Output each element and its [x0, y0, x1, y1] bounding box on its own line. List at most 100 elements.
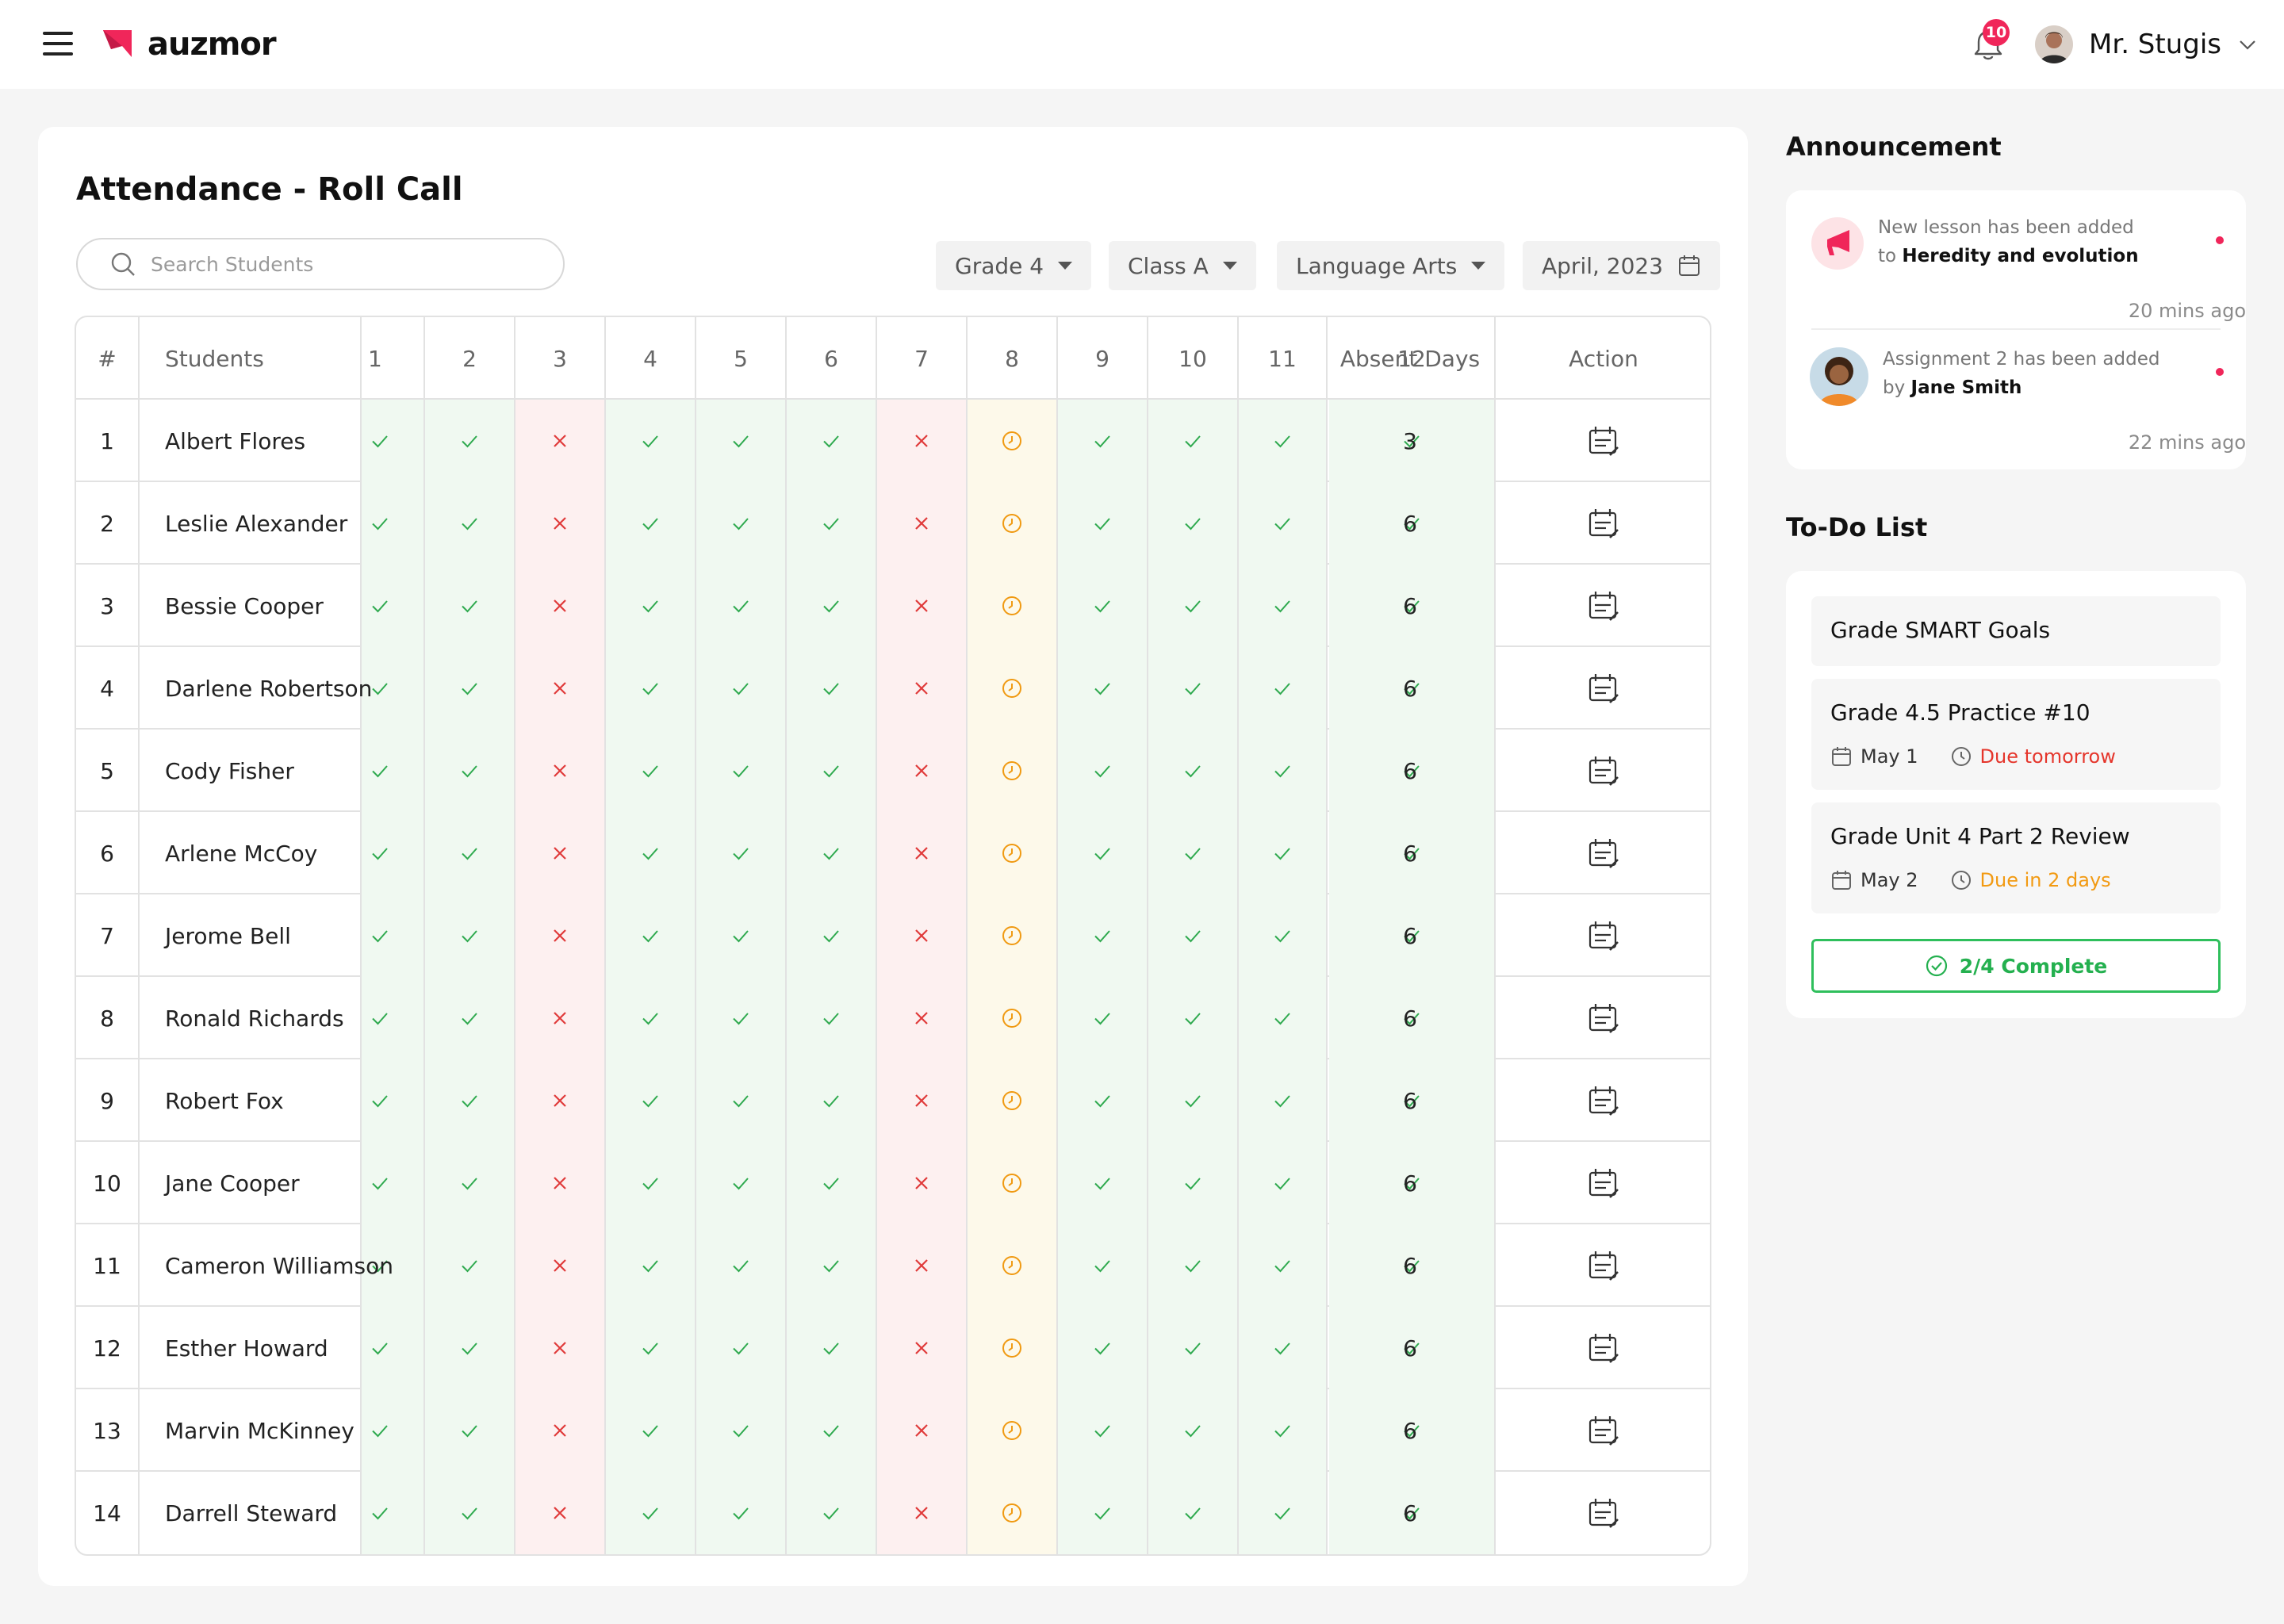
attendance-cell[interactable]: [1239, 1224, 1328, 1307]
attendance-cell[interactable]: [1058, 730, 1148, 812]
attendance-cell[interactable]: [1058, 647, 1148, 730]
attendance-cell[interactable]: [515, 1307, 606, 1389]
subject-dropdown[interactable]: Language Arts: [1277, 241, 1505, 290]
attendance-cell[interactable]: [787, 1389, 877, 1472]
attendance-cell[interactable]: [1239, 1059, 1328, 1142]
attendance-cell[interactable]: [1239, 647, 1328, 730]
attendance-cell[interactable]: [1058, 565, 1148, 647]
attendance-cell[interactable]: [1058, 1307, 1148, 1389]
attendance-cell[interactable]: [696, 1059, 787, 1142]
attendance-cell[interactable]: [1148, 647, 1239, 730]
action-cell[interactable]: [1496, 894, 1710, 977]
attendance-cell[interactable]: [425, 647, 515, 730]
attendance-cell[interactable]: [1148, 1389, 1239, 1472]
announcement-item[interactable]: Assignment 2 has been added by Jane Smit…: [1810, 347, 2246, 482]
attendance-cell[interactable]: [1148, 1307, 1239, 1389]
action-cell[interactable]: [1496, 565, 1710, 647]
attendance-cell[interactable]: [1239, 1472, 1328, 1554]
user-menu[interactable]: Mr. Stugis: [2035, 21, 2258, 68]
todo-item[interactable]: Grade 4.5 Practice #10 May 1 Due tomorro…: [1811, 679, 2221, 790]
attendance-cell[interactable]: [877, 1472, 968, 1554]
edit-calendar-icon[interactable]: [1586, 671, 1621, 706]
action-cell[interactable]: [1496, 1389, 1710, 1472]
action-cell[interactable]: [1496, 1224, 1710, 1307]
attendance-cell[interactable]: [787, 730, 877, 812]
edit-calendar-icon[interactable]: [1586, 1331, 1621, 1365]
attendance-cell[interactable]: [1239, 565, 1328, 647]
attendance-cell[interactable]: [696, 1307, 787, 1389]
attendance-cell[interactable]: [1058, 1389, 1148, 1472]
todo-item[interactable]: Grade Unit 4 Part 2 Review May 2 Due in …: [1811, 802, 2221, 914]
search-box[interactable]: [76, 238, 565, 290]
attendance-cell[interactable]: [1239, 1389, 1328, 1472]
attendance-cell[interactable]: [696, 812, 787, 894]
attendance-cell[interactable]: [425, 730, 515, 812]
edit-calendar-icon[interactable]: [1586, 506, 1621, 541]
attendance-cell[interactable]: [696, 894, 787, 977]
action-cell[interactable]: [1496, 482, 1710, 565]
attendance-cell[interactable]: [515, 977, 606, 1059]
attendance-cell[interactable]: [696, 1389, 787, 1472]
class-dropdown[interactable]: Class A: [1109, 241, 1256, 290]
column-header-students[interactable]: Students: [140, 317, 362, 400]
attendance-cell[interactable]: [696, 730, 787, 812]
attendance-cell[interactable]: [968, 894, 1058, 977]
attendance-cell[interactable]: [606, 1307, 696, 1389]
action-cell[interactable]: [1496, 977, 1710, 1059]
attendance-cell[interactable]: [1148, 1472, 1239, 1554]
attendance-cell[interactable]: [1148, 894, 1239, 977]
attendance-cell[interactable]: [1239, 812, 1328, 894]
attendance-cell[interactable]: [968, 1142, 1058, 1224]
attendance-cell[interactable]: [425, 1389, 515, 1472]
edit-calendar-icon[interactable]: [1586, 753, 1621, 788]
attendance-cell[interactable]: [1148, 565, 1239, 647]
attendance-cell[interactable]: [515, 482, 606, 565]
student-name[interactable]: Arlene McCoy: [140, 812, 362, 894]
edit-calendar-icon[interactable]: [1586, 588, 1621, 623]
attendance-cell[interactable]: [515, 1224, 606, 1307]
attendance-cell[interactable]: [515, 1059, 606, 1142]
attendance-cell[interactable]: [515, 647, 606, 730]
attendance-cell[interactable]: [425, 1307, 515, 1389]
search-input[interactable]: [151, 252, 531, 276]
attendance-cell[interactable]: [968, 730, 1058, 812]
attendance-cell[interactable]: [877, 1307, 968, 1389]
grade-dropdown[interactable]: Grade 4: [936, 241, 1092, 290]
attendance-cell[interactable]: [425, 565, 515, 647]
attendance-cell[interactable]: [1148, 1142, 1239, 1224]
attendance-cell[interactable]: [787, 565, 877, 647]
attendance-cell[interactable]: [1148, 400, 1239, 482]
student-name[interactable]: Jane Cooper: [140, 1142, 362, 1224]
attendance-cell[interactable]: [362, 482, 425, 565]
attendance-cell[interactable]: [606, 1472, 696, 1554]
student-name[interactable]: Cody Fisher: [140, 730, 362, 812]
attendance-cell[interactable]: [1058, 812, 1148, 894]
edit-calendar-icon[interactable]: [1586, 1001, 1621, 1036]
attendance-cell[interactable]: [696, 482, 787, 565]
attendance-cell[interactable]: [787, 1059, 877, 1142]
attendance-cell[interactable]: [968, 1389, 1058, 1472]
attendance-cell[interactable]: [606, 482, 696, 565]
attendance-cell[interactable]: [1239, 1307, 1328, 1389]
attendance-cell[interactable]: [1148, 730, 1239, 812]
menu-icon[interactable]: [43, 32, 73, 57]
attendance-cell[interactable]: [1058, 482, 1148, 565]
edit-calendar-icon[interactable]: [1586, 1248, 1621, 1283]
student-name[interactable]: Marvin McKinney: [140, 1389, 362, 1472]
attendance-cell[interactable]: [877, 894, 968, 977]
attendance-cell[interactable]: [606, 1224, 696, 1307]
student-name[interactable]: Esther Howard: [140, 1307, 362, 1389]
attendance-cell[interactable]: [1058, 1224, 1148, 1307]
attendance-cell[interactable]: [362, 1389, 425, 1472]
attendance-cell[interactable]: [1058, 1472, 1148, 1554]
attendance-cell[interactable]: [362, 1307, 425, 1389]
attendance-cell[interactable]: [362, 1059, 425, 1142]
attendance-cell[interactable]: [425, 482, 515, 565]
attendance-cell[interactable]: [1148, 482, 1239, 565]
attendance-cell[interactable]: [606, 894, 696, 977]
edit-calendar-icon[interactable]: [1586, 1496, 1621, 1530]
student-name[interactable]: Albert Flores: [140, 400, 362, 482]
attendance-cell[interactable]: [696, 1224, 787, 1307]
attendance-cell[interactable]: [515, 1142, 606, 1224]
attendance-cell[interactable]: [606, 400, 696, 482]
